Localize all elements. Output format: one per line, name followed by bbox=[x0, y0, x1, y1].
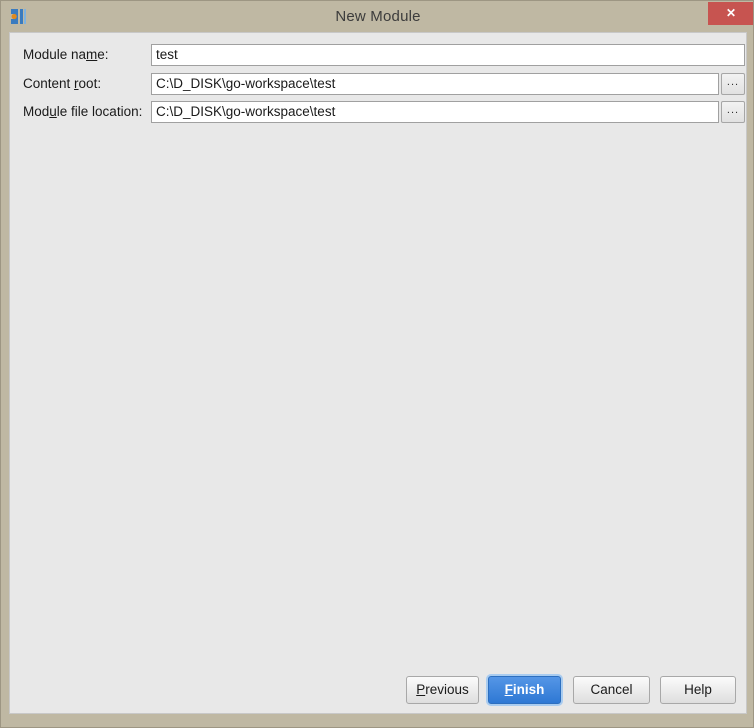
close-icon[interactable]: ✕ bbox=[708, 2, 753, 25]
previous-button[interactable]: Previous bbox=[406, 676, 479, 704]
button-label-after: revious bbox=[425, 682, 469, 697]
button-label-mnemonic: F bbox=[504, 682, 513, 697]
module-name-input[interactable]: test bbox=[151, 44, 745, 66]
module-file-location-input[interactable]: C:\D_DISK\go-workspace\test bbox=[151, 101, 719, 123]
button-label-mnemonic: P bbox=[416, 682, 426, 697]
module-file-location-label: Module file location: bbox=[23, 101, 142, 123]
dialog-button-bar: Previous Finish Cancel Help bbox=[10, 676, 746, 704]
module-name-label: Module name: bbox=[23, 44, 109, 66]
label-part-after: oot: bbox=[78, 76, 102, 91]
module-file-location-browse-button[interactable]: ... bbox=[721, 101, 745, 123]
label-part-mnemonic: u bbox=[49, 104, 57, 119]
cancel-button[interactable]: Cancel bbox=[573, 676, 650, 704]
dialog-content-panel: Module name: test Content root: C:\D_DIS… bbox=[9, 32, 747, 714]
content-root-label: Content root: bbox=[23, 73, 101, 95]
label-part-after: le file location: bbox=[56, 104, 143, 119]
finish-button[interactable]: Finish bbox=[488, 676, 561, 704]
new-module-dialog: New Module ✕ Module name: test Content r… bbox=[0, 0, 754, 728]
label-part-after: e: bbox=[97, 47, 109, 62]
label-part-mnemonic: m bbox=[86, 47, 98, 62]
label-part-before: Module na bbox=[23, 47, 87, 62]
button-label-after: inish bbox=[512, 682, 545, 697]
content-root-input[interactable]: C:\D_DISK\go-workspace\test bbox=[151, 73, 719, 95]
label-part-before: Content bbox=[23, 76, 75, 91]
title-bar: New Module ✕ bbox=[1, 1, 753, 32]
content-root-browse-button[interactable]: ... bbox=[721, 73, 745, 95]
help-button[interactable]: Help bbox=[660, 676, 736, 704]
label-part-before: Mod bbox=[23, 104, 50, 119]
window-title: New Module bbox=[335, 8, 421, 25]
